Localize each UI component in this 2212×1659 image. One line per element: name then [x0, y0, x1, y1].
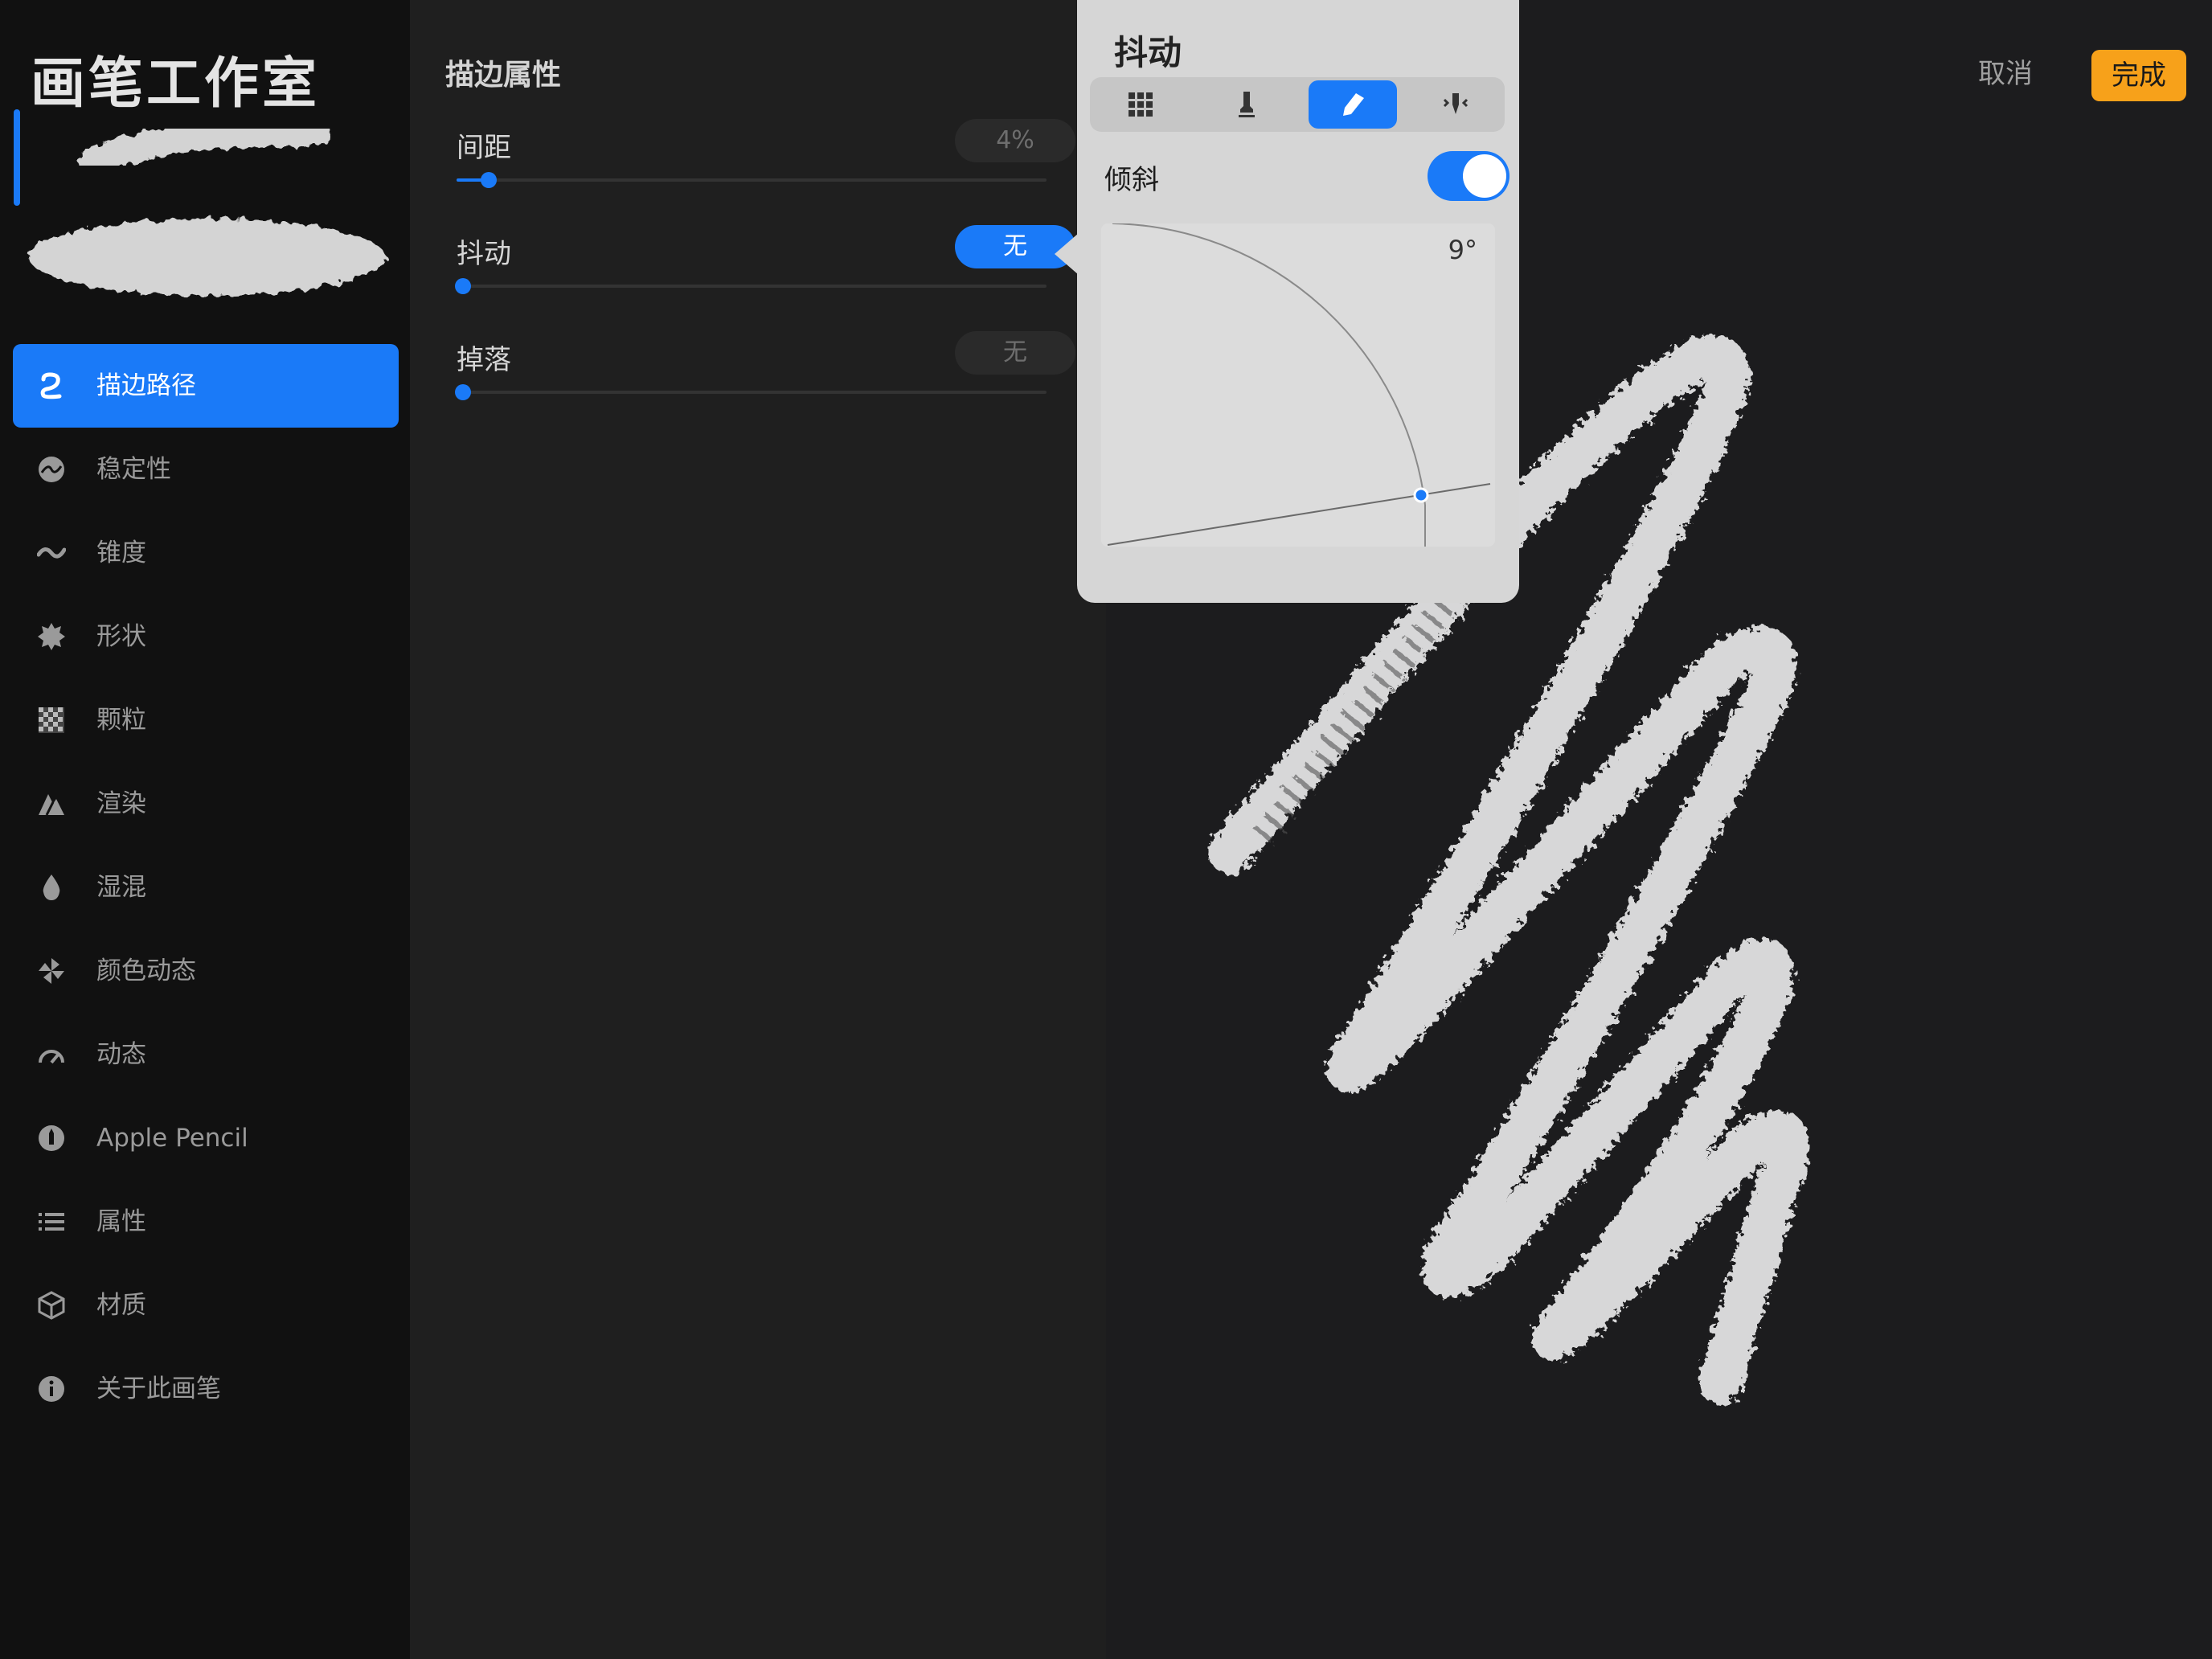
- sidebar: 画笔工作室 描边路径 稳定性 锥度 形状 颗粒 渲染 湿混 颜色动态 动态 Ap…: [0, 0, 410, 1659]
- grid-icon: [1129, 92, 1153, 117]
- spacing-slider-handle[interactable]: [481, 172, 497, 188]
- segment-pressure[interactable]: [1411, 80, 1500, 129]
- dynamics-icon: [39, 1050, 64, 1064]
- jitter-label: 抖动: [457, 238, 511, 270]
- sidebar-item-about[interactable]: 关于此画笔: [13, 1347, 399, 1431]
- sidebar-item-label: 属性: [96, 1207, 146, 1236]
- taper-icon: [37, 547, 66, 559]
- pressure-icon: [1443, 93, 1469, 114]
- jitter-slider-handle[interactable]: [455, 278, 471, 294]
- sidebar-item-materials[interactable]: 材质: [13, 1264, 399, 1347]
- shape-icon: [38, 623, 65, 650]
- tilt-toggle[interactable]: [1428, 151, 1509, 201]
- cancel-button[interactable]: 取消: [1961, 51, 2050, 96]
- stabilization-icon: [39, 457, 64, 482]
- sidebar-item-label: 材质: [96, 1291, 146, 1320]
- page-title: 画笔工作室: [31, 52, 321, 116]
- segment-stamp[interactable]: [1202, 80, 1291, 129]
- sidebar-item-rendering[interactable]: 渲染: [13, 762, 399, 846]
- sidebar-item-label: 颗粒: [96, 706, 146, 735]
- sidebar-item-wet-mix[interactable]: 湿混: [13, 846, 399, 929]
- sidebar-item-grain[interactable]: 颗粒: [13, 678, 399, 762]
- falloff-label: 掉落: [457, 344, 511, 376]
- tilt-angle-graph[interactable]: 9°: [1101, 223, 1495, 547]
- sidebar-item-label: 颜色动态: [96, 956, 196, 985]
- stamp-icon: [1239, 92, 1255, 117]
- grain-icon: [39, 707, 64, 733]
- sidebar-item-label: 动态: [96, 1040, 146, 1069]
- done-button[interactable]: 完成: [2091, 50, 2186, 101]
- sidebar-item-label: 湿混: [96, 873, 146, 902]
- falloff-slider[interactable]: [455, 384, 1047, 400]
- sidebar-item-apple-pencil[interactable]: Apple Pencil: [13, 1096, 399, 1180]
- sidebar-item-label: 关于此画笔: [96, 1374, 221, 1403]
- stroke-path-icon: [40, 372, 62, 399]
- sidebar-item-label: 渲染: [96, 789, 146, 818]
- sidebar-item-label: 锥度: [96, 539, 146, 567]
- segment-grid[interactable]: [1096, 80, 1185, 129]
- toggle-thumb: [1463, 154, 1506, 198]
- sidebar-item-properties[interactable]: 属性: [13, 1180, 399, 1264]
- apple-pencil-icon: [39, 1125, 64, 1151]
- wet-mix-icon: [43, 875, 60, 900]
- segment-pencil[interactable]: [1309, 80, 1397, 129]
- rendering-icon: [39, 794, 64, 816]
- color-dynamics-icon: [39, 958, 64, 984]
- falloff-slider-handle[interactable]: [455, 384, 471, 400]
- sidebar-item-label: 稳定性: [96, 455, 171, 484]
- spacing-slider[interactable]: [457, 172, 1047, 188]
- spacing-value[interactable]: 4%: [955, 119, 1075, 162]
- popover-arrow: [1055, 233, 1079, 275]
- sidebar-item-label: 形状: [96, 622, 146, 651]
- sidebar-item-shape[interactable]: 形状: [13, 595, 399, 678]
- sidebar-item-label: Apple Pencil: [96, 1124, 248, 1153]
- section-title: 描边属性: [445, 59, 562, 92]
- stroke-properties-panel: 描边属性 间距 4% 抖动 无 掉落 无: [410, 0, 1106, 1659]
- falloff-value[interactable]: 无: [955, 331, 1075, 375]
- spacing-label: 间距: [457, 132, 511, 164]
- sidebar-item-label: 描边路径: [96, 371, 196, 400]
- sidebar-item-stabilization[interactable]: 稳定性: [13, 428, 399, 511]
- pencil-icon: [1343, 93, 1364, 116]
- sidebar-item-stroke-path[interactable]: 描边路径: [13, 344, 399, 428]
- sidebar-item-color-dynamics[interactable]: 颜色动态: [13, 929, 399, 1013]
- tilt-angle-handle[interactable]: [1413, 487, 1429, 503]
- tilt-label: 倾斜: [1104, 164, 1159, 196]
- properties-icon: [39, 1213, 64, 1231]
- tilt-angle-value: 9°: [1448, 235, 1477, 265]
- jitter-slider[interactable]: [455, 278, 1047, 294]
- materials-icon: [38, 1291, 65, 1320]
- tilt-angle-plot: [1107, 223, 1491, 547]
- brush-preview[interactable]: [16, 113, 394, 313]
- popover-title: 抖动: [1114, 33, 1182, 72]
- sidebar-item-dynamics[interactable]: 动态: [13, 1013, 399, 1096]
- input-mode-segmented-control: [1090, 77, 1505, 132]
- sidebar-item-taper[interactable]: 锥度: [13, 511, 399, 595]
- jitter-popover: 抖动 倾斜 9°: [1077, 0, 1519, 603]
- info-icon: [39, 1376, 64, 1402]
